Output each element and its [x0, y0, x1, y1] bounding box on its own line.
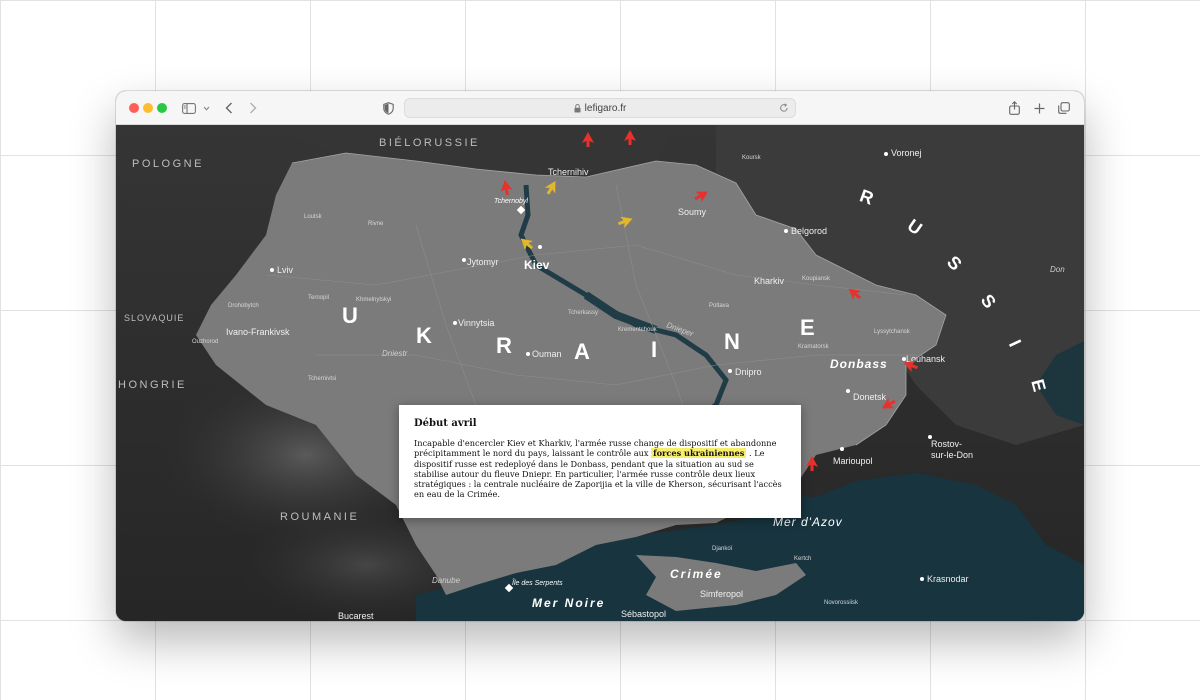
town-label: Drohobytch	[228, 303, 259, 309]
city-label: Krasnodar	[927, 574, 969, 584]
city-label: sur-le-Don	[931, 450, 974, 460]
town-label: Rivne	[368, 221, 384, 227]
ukraine-letter: E	[800, 315, 815, 340]
river-label: Don	[1050, 265, 1065, 274]
city-marker	[526, 352, 530, 356]
city-label: Marioupol	[833, 456, 873, 466]
city-marker	[840, 447, 844, 451]
town-label: Ouzhorod	[192, 339, 219, 345]
browser-toolbar: lefigaro.fr	[116, 91, 1084, 125]
address-url: lefigaro.fr	[584, 102, 627, 114]
city-label: Kiev	[524, 258, 550, 272]
highlight-link[interactable]: forces ukrainiennes	[651, 448, 747, 459]
city-label: Kharkiv	[754, 276, 785, 286]
war-map: POLOGNE BIÉLORUSSIE SLOVAQUIE HONGRIE RO…	[116, 125, 1084, 621]
city-marker	[920, 577, 924, 581]
ukraine-letter: N	[724, 329, 740, 354]
chevron-down-icon[interactable]	[200, 97, 212, 119]
city-label: Bucarest	[338, 611, 374, 621]
city-label: Lviv	[277, 265, 294, 275]
city-label: Jytomyr	[467, 257, 499, 267]
info-text: Incapable d'encercler Kiev et Kharkiv, l…	[414, 438, 786, 500]
sidebar-icon[interactable]	[178, 97, 200, 119]
site-label: Île des Serpents	[512, 580, 563, 587]
town-label: Khmelnytskyi	[356, 297, 392, 303]
info-panel: Début avril Incapable d'encercler Kiev e…	[399, 405, 801, 518]
privacy-shield-icon[interactable]	[380, 97, 396, 119]
town-label: Djankoï	[712, 546, 733, 552]
city-label: Soumy	[678, 207, 707, 217]
share-icon[interactable]	[1006, 97, 1022, 119]
zoom-window-button[interactable]	[157, 103, 167, 113]
info-title: Début avril	[414, 418, 477, 429]
town-label: Ternopil	[308, 295, 330, 301]
map-background	[116, 125, 1084, 621]
city-label: Simferopol	[700, 589, 744, 599]
town-label: Loutsk	[304, 214, 322, 220]
city-label: Rostov-	[931, 439, 963, 449]
country-label: SLOVAQUIE	[124, 313, 185, 323]
city-label: Ouman	[532, 349, 562, 359]
city-label: Voronej	[891, 148, 922, 158]
town-label: Kramatorsk	[798, 344, 829, 350]
city-marker	[784, 229, 788, 233]
ukraine-letter: A	[574, 339, 590, 364]
town-label: Koursk	[742, 155, 761, 161]
city-marker	[884, 152, 888, 156]
back-icon[interactable]	[220, 97, 238, 119]
city-marker	[453, 321, 457, 325]
river-label: Dniestr	[382, 349, 408, 358]
site-label: Tchernobyl	[494, 198, 528, 205]
minimize-window-button[interactable]	[143, 103, 153, 113]
town-label: Lyssytchansk	[874, 329, 910, 335]
sea-label: Mer Noire	[532, 596, 606, 610]
town-label: Koupiansk	[802, 276, 831, 282]
city-label: Donetsk	[853, 392, 887, 402]
city-marker	[538, 245, 542, 249]
town-label: Novorossiisk	[824, 600, 859, 606]
country-label: ROUMANIE	[280, 511, 360, 523]
city-label: Ivano-Frankivsk	[226, 327, 290, 337]
city-marker	[846, 389, 850, 393]
town-label: Tcherkassy	[568, 310, 599, 316]
city-label: Belgorod	[791, 226, 828, 236]
river-label: Danube	[432, 576, 461, 585]
address-bar[interactable]: lefigaro.fr	[404, 98, 796, 118]
city-marker	[462, 258, 466, 262]
close-window-button[interactable]	[129, 103, 139, 113]
city-marker	[728, 369, 732, 373]
region-label: Donbass	[830, 357, 888, 371]
country-label: BIÉLORUSSIE	[379, 137, 480, 149]
peninsula-label: Crimée	[670, 567, 723, 581]
country-label: HONGRIE	[118, 379, 187, 391]
forward-icon[interactable]	[244, 97, 262, 119]
city-marker	[270, 268, 274, 272]
reload-icon[interactable]	[779, 103, 789, 113]
ukraine-letter: K	[416, 323, 432, 348]
ukraine-letter: I	[651, 337, 658, 362]
town-label: Krementchouk	[618, 327, 657, 333]
ukraine-letter: R	[496, 333, 512, 358]
city-label: Louhansk	[906, 354, 946, 364]
town-label: Poltava	[709, 303, 730, 309]
city-label: Vinnytsia	[458, 318, 495, 328]
browser-window: lefigaro.fr POLOGNE BIÉLORUSSIE SLOVAQUI…	[116, 91, 1084, 621]
city-label: Dnipro	[735, 367, 762, 377]
ukraine-letter: U	[342, 303, 358, 328]
country-label: POLOGNE	[132, 158, 204, 170]
lock-icon	[574, 103, 581, 113]
city-label: Tchernihiv	[548, 167, 589, 177]
tab-overview-icon[interactable]	[1056, 97, 1072, 119]
city-label: Sébastopol	[621, 609, 667, 619]
plus-icon[interactable]	[1031, 97, 1047, 119]
town-label: Kertch	[794, 556, 812, 562]
town-label: Tchernivtsi	[308, 376, 337, 382]
